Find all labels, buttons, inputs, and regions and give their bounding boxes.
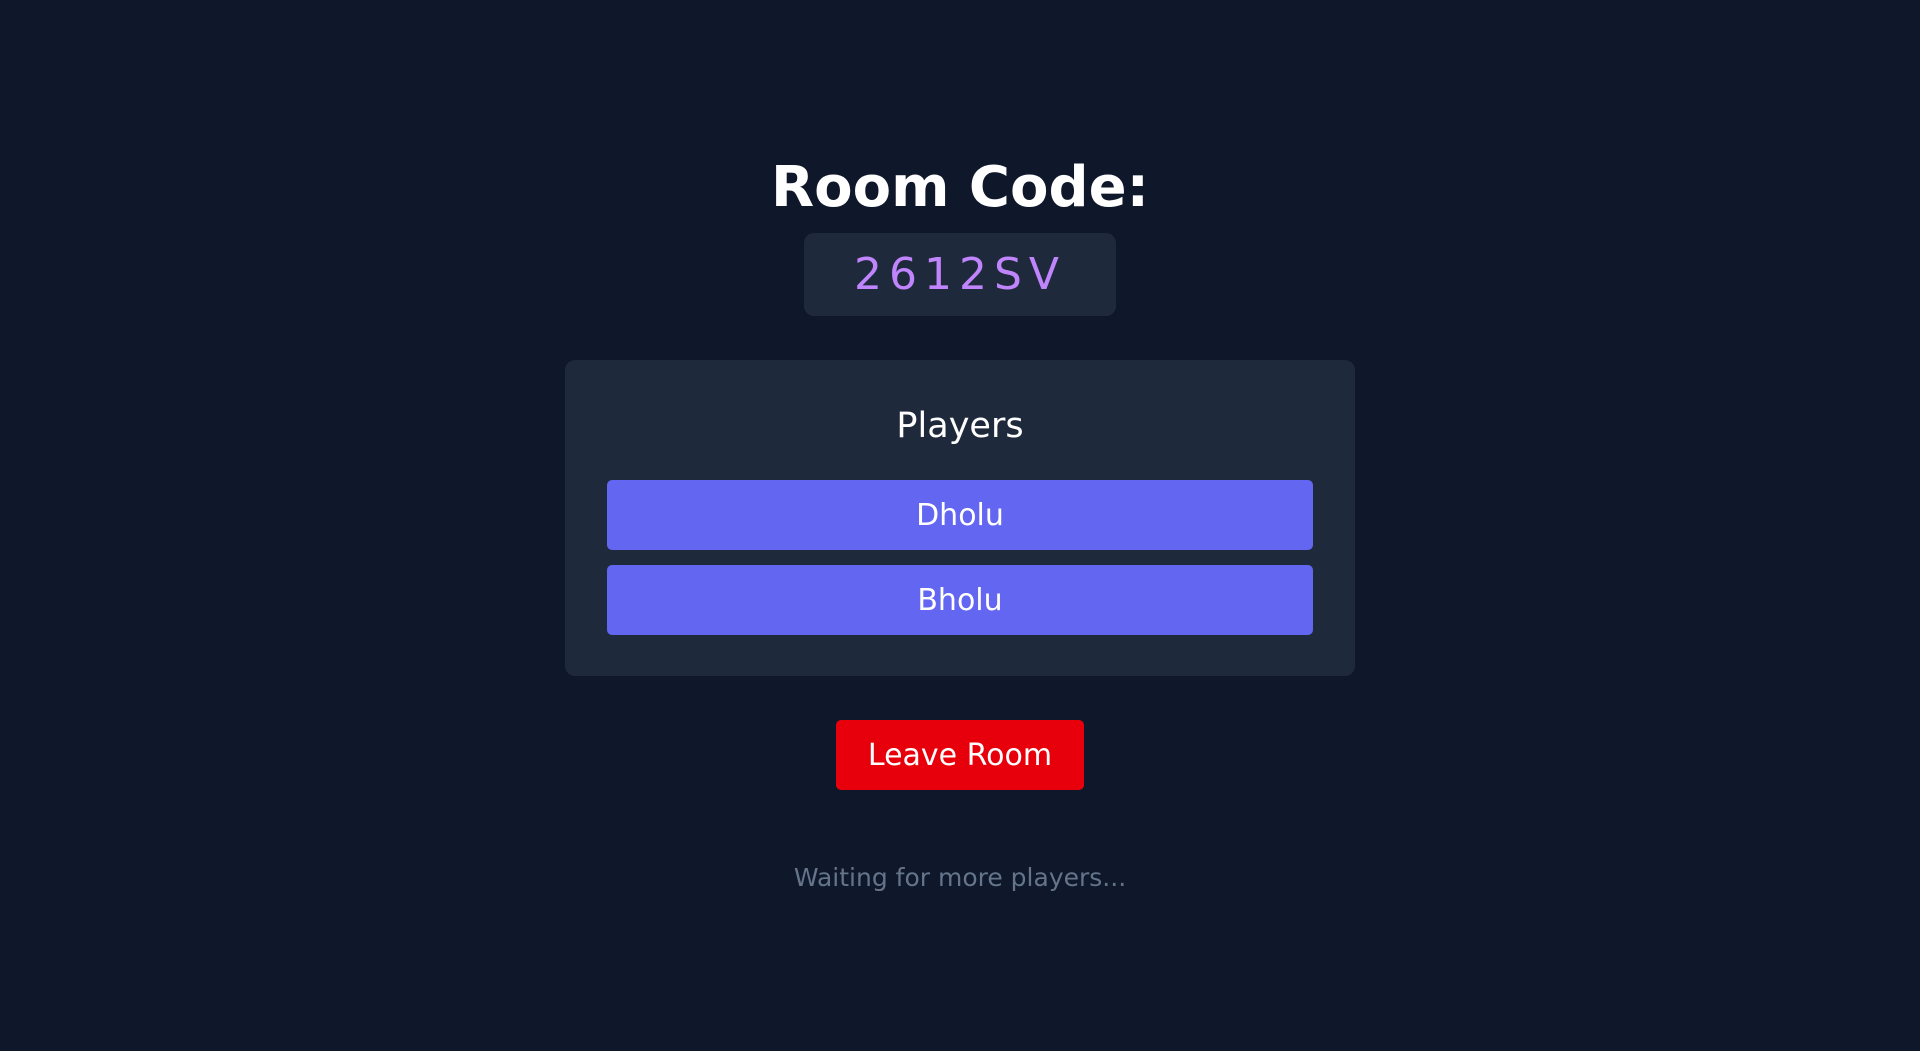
lobby-page: Room Code: 2612SV Players Dholu Bholu Le… xyxy=(0,0,1920,1051)
waiting-status-text: Waiting for more players... xyxy=(793,863,1127,892)
player-item: Dholu xyxy=(607,480,1313,550)
room-code-box: 2612SV xyxy=(804,233,1116,316)
players-heading: Players xyxy=(896,406,1024,446)
player-list: Dholu Bholu xyxy=(607,480,1313,650)
room-code-title: Room Code: xyxy=(771,155,1149,220)
leave-room-button[interactable]: Leave Room xyxy=(836,720,1084,790)
room-code-value: 2612SV xyxy=(853,249,1066,300)
player-item: Bholu xyxy=(607,565,1313,635)
players-card: Players Dholu Bholu xyxy=(565,360,1355,676)
